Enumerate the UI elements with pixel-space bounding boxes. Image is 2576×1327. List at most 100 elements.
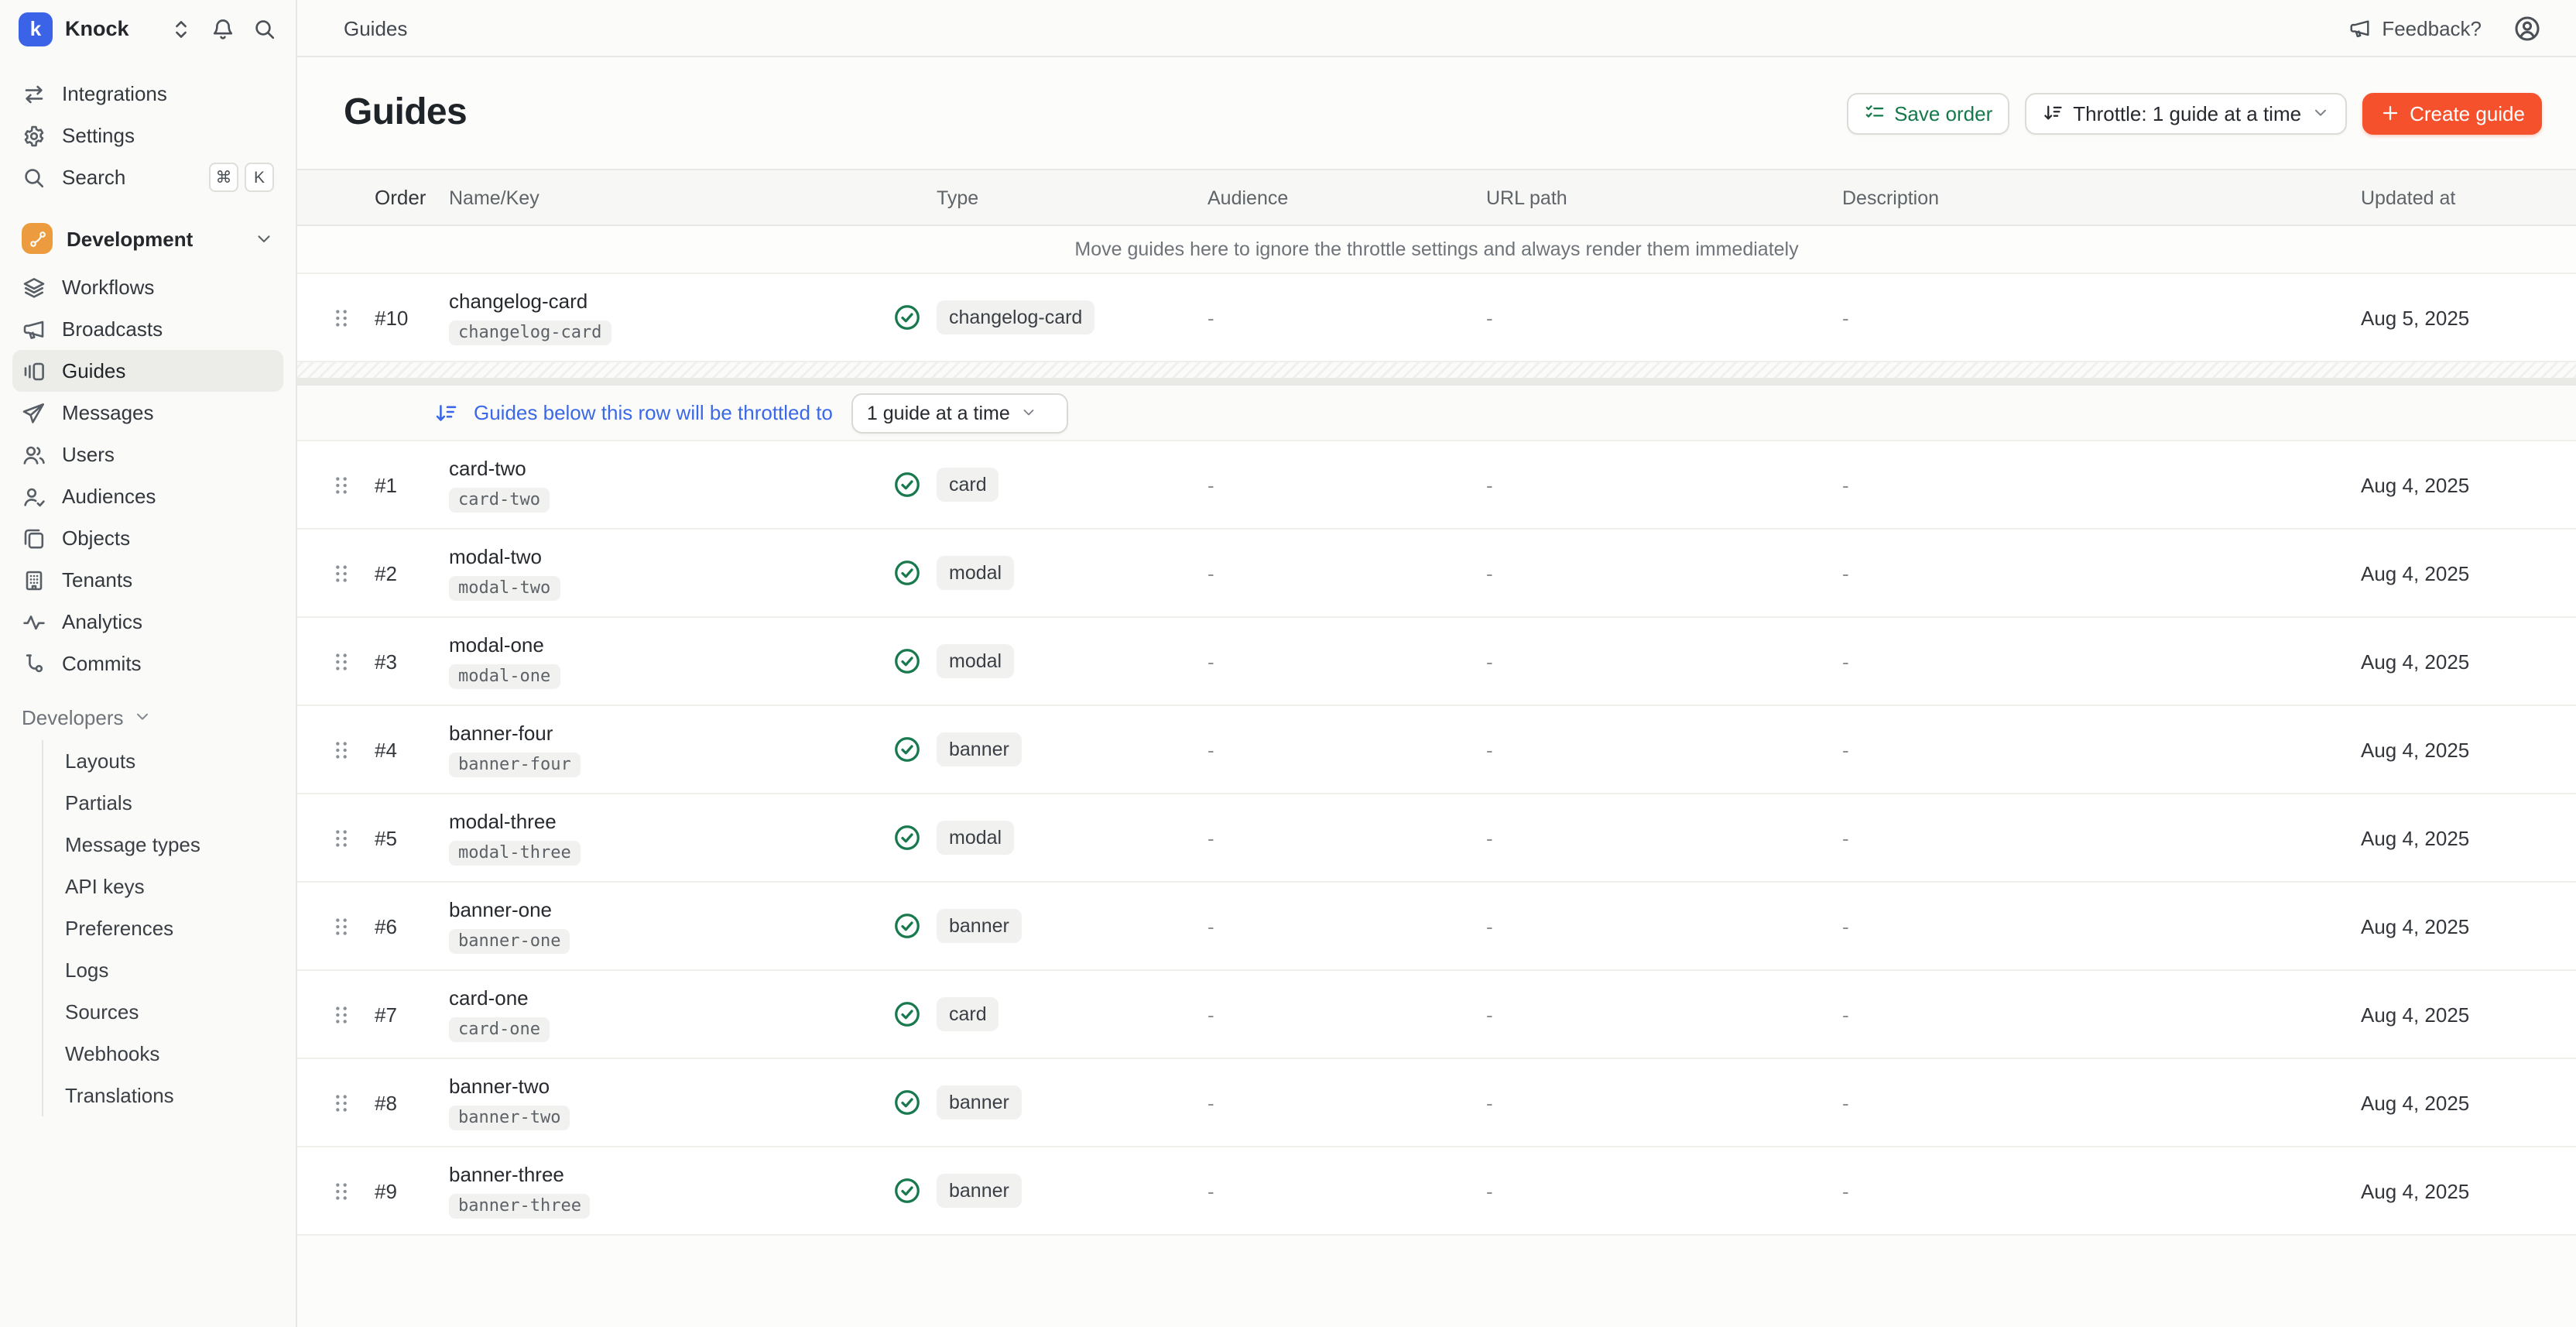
guide-updated-at: Aug 4, 2025 xyxy=(2361,738,2576,761)
create-guide-label: Create guide xyxy=(2410,101,2525,125)
sidebar-item-messages[interactable]: Messages xyxy=(12,392,283,434)
guide-type-cell: changelog-card xyxy=(892,300,1208,334)
guide-order: #1 xyxy=(362,473,449,496)
sidebar-item-guides[interactable]: Guides xyxy=(12,350,283,392)
guide-audience: - xyxy=(1208,306,1486,329)
guide-type-cell: card xyxy=(892,468,1208,502)
users-icon xyxy=(22,442,46,467)
drag-handle[interactable] xyxy=(319,738,362,761)
search-icon xyxy=(22,165,46,190)
table-row[interactable]: #8 banner-two banner-two banner - - - Au… xyxy=(297,1059,2576,1147)
sidebar-item-audiences[interactable]: Audiences xyxy=(12,475,283,517)
unthrottled-rows-section: #10 changelog-card changelog-card change… xyxy=(297,274,2576,362)
page-title: Guides xyxy=(344,91,1846,135)
table-row[interactable]: #1 card-two card-two card - - - Aug 4, 2… xyxy=(297,441,2576,530)
sidebar-item-search[interactable]: Search ⌘K xyxy=(12,156,283,198)
guide-key-chip: modal-two xyxy=(449,575,560,600)
guide-type-badge: changelog-card xyxy=(937,300,1094,334)
drag-handle[interactable] xyxy=(319,650,362,673)
sidebar-item-workflows[interactable]: Workflows xyxy=(12,266,283,308)
table-row[interactable]: #2 modal-two modal-two modal - - - Aug 4… xyxy=(297,530,2576,618)
sidebar-item-preferences[interactable]: Preferences xyxy=(43,907,283,949)
account-menu-button[interactable] xyxy=(2513,13,2542,43)
guide-name-cell: card-one card-one xyxy=(449,986,892,1042)
sidebar-item-integrations[interactable]: Integrations xyxy=(12,73,283,115)
sidebar-item-objects[interactable]: Objects xyxy=(12,517,283,559)
environment-switcher[interactable]: Development xyxy=(22,217,274,260)
guide-description: - xyxy=(1842,1003,2361,1026)
guide-url-path: - xyxy=(1486,1091,1842,1114)
guide-updated-at: Aug 4, 2025 xyxy=(2361,473,2576,496)
environment-name: Development xyxy=(67,227,193,250)
status-check-icon xyxy=(892,469,923,500)
table-row[interactable]: #7 card-one card-one card - - - Aug 4, 2… xyxy=(297,971,2576,1059)
sidebar-item-settings[interactable]: Settings xyxy=(12,115,283,156)
drag-handle[interactable] xyxy=(319,473,362,496)
layers-icon xyxy=(22,275,46,300)
sidebar-item-partials[interactable]: Partials xyxy=(43,782,283,824)
drag-dots-icon xyxy=(329,561,352,585)
table-row[interactable]: #4 banner-four banner-four banner - - - … xyxy=(297,706,2576,794)
workspace-bar: k Knock xyxy=(0,0,296,57)
table-row[interactable]: #6 banner-one banner-one banner - - - Au… xyxy=(297,883,2576,971)
sidebar-item-tenants[interactable]: Tenants xyxy=(12,559,283,601)
section-gap-stripes xyxy=(297,362,2576,378)
drag-handle[interactable] xyxy=(319,914,362,938)
drag-handle[interactable] xyxy=(319,561,362,585)
sidebar-item-webhooks[interactable]: Webhooks xyxy=(43,1033,283,1075)
guide-order: #2 xyxy=(362,561,449,585)
page-header: Guides Save order Throttle: 1 guide at a… xyxy=(297,57,2576,169)
activity-icon xyxy=(22,609,46,634)
workspace-switcher-icon[interactable] xyxy=(169,16,194,41)
table-row[interactable]: #3 modal-one modal-one modal - - - Aug 4… xyxy=(297,618,2576,706)
developers-section-toggle[interactable]: Developers xyxy=(22,697,274,737)
sidebar-item-translations[interactable]: Translations xyxy=(43,1075,283,1116)
shortcut-keys: ⌘K xyxy=(209,163,274,192)
sidebar-item-users[interactable]: Users xyxy=(12,434,283,475)
drag-handle[interactable] xyxy=(319,306,362,329)
guide-type-cell: banner xyxy=(892,1174,1208,1208)
guide-updated-at: Aug 5, 2025 xyxy=(2361,306,2576,329)
sidebar-item-sources[interactable]: Sources xyxy=(43,991,283,1033)
drag-handle[interactable] xyxy=(319,1091,362,1114)
guide-name-cell: banner-four banner-four xyxy=(449,722,892,777)
save-order-button[interactable]: Save order xyxy=(1846,92,2009,134)
developers-section-label: Developers xyxy=(22,705,124,729)
guide-audience: - xyxy=(1208,650,1486,673)
drag-dots-icon xyxy=(329,826,352,849)
drag-handle[interactable] xyxy=(319,1179,362,1202)
table-row[interactable]: #10 changelog-card changelog-card change… xyxy=(297,274,2576,362)
status-check-icon xyxy=(892,1087,923,1118)
notifications-bell-icon[interactable] xyxy=(211,16,235,41)
drag-handle[interactable] xyxy=(319,1003,362,1026)
guide-name-cell: modal-two modal-two xyxy=(449,545,892,601)
drag-handle[interactable] xyxy=(319,826,362,849)
megaphone-icon xyxy=(2348,16,2371,39)
column-header-type: Type xyxy=(892,187,1208,208)
sidebar-item-message-types[interactable]: Message types xyxy=(43,824,283,866)
guide-url-path: - xyxy=(1486,1003,1842,1026)
guide-name: modal-two xyxy=(449,545,892,569)
table-row[interactable]: #9 banner-three banner-three banner - - … xyxy=(297,1147,2576,1236)
sidebar-item-api-keys[interactable]: API keys xyxy=(43,866,283,907)
guide-key-chip: banner-one xyxy=(449,928,570,953)
sidebar-item-analytics[interactable]: Analytics xyxy=(12,601,283,643)
gear-icon xyxy=(22,123,46,148)
workspace-name[interactable]: Knock xyxy=(65,17,129,40)
create-guide-button[interactable]: Create guide xyxy=(2362,92,2542,134)
throttle-amount-select[interactable]: 1 guide at a time xyxy=(851,393,1069,433)
throttle-dropdown-button[interactable]: Throttle: 1 guide at a time xyxy=(2025,92,2346,134)
guide-description: - xyxy=(1842,738,2361,761)
table-row[interactable]: #5 modal-three modal-three modal - - - A… xyxy=(297,794,2576,883)
pages-icon xyxy=(22,526,46,550)
sidebar-item-broadcasts[interactable]: Broadcasts xyxy=(12,308,283,350)
guide-type-cell: modal xyxy=(892,644,1208,678)
breadcrumb: Guides xyxy=(344,16,407,39)
search-icon[interactable] xyxy=(252,16,277,41)
sidebar-item-layouts[interactable]: Layouts xyxy=(43,740,283,782)
sidebar-item-commits[interactable]: Commits xyxy=(12,643,283,684)
chevron-down-icon xyxy=(2311,104,2329,122)
sidebar-item-logs[interactable]: Logs xyxy=(43,949,283,991)
feedback-button[interactable]: Feedback? xyxy=(2348,16,2482,39)
guides-icon xyxy=(22,358,46,383)
